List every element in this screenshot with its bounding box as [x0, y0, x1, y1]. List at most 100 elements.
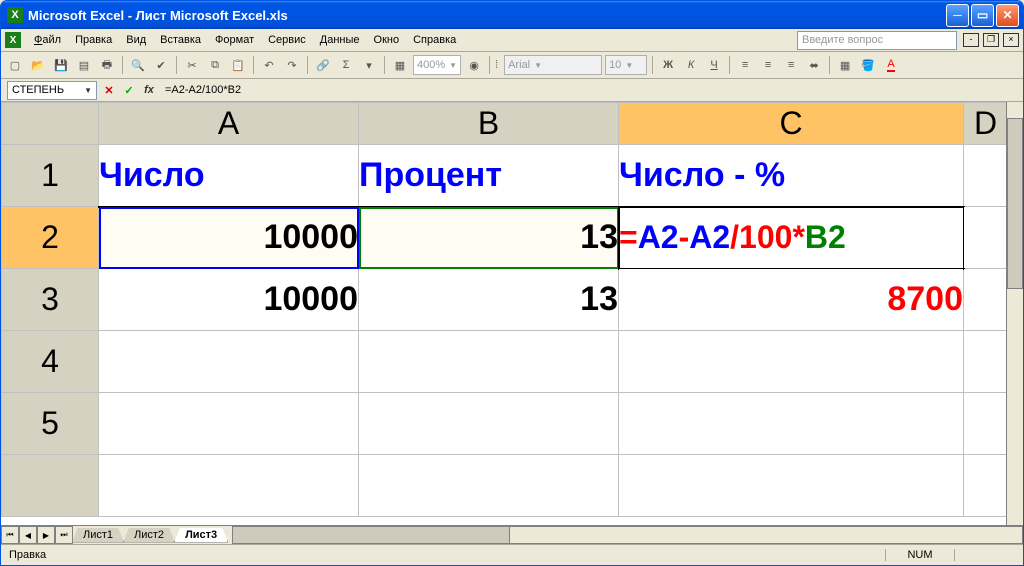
sort-icon[interactable]: ▾ [359, 55, 379, 75]
separator [729, 56, 730, 74]
spreadsheet-grid: A B C D 1 Число Процент Число - % 2 1000… [1, 102, 1023, 544]
row-header-1[interactable]: 1 [2, 145, 99, 207]
select-all-corner[interactable] [2, 103, 99, 145]
close-button[interactable]: ✕ [996, 4, 1019, 27]
mdi-close[interactable]: × [1003, 33, 1019, 47]
cell-c5[interactable] [619, 393, 964, 455]
maximize-button[interactable]: ▭ [971, 4, 994, 27]
vertical-scrollbar[interactable] [1006, 102, 1023, 525]
font-color-icon[interactable]: A [881, 55, 901, 75]
cell-b2[interactable]: 13 [359, 207, 619, 269]
menu-window[interactable]: Окно [367, 32, 407, 48]
cell-a3[interactable]: 10000 [99, 269, 359, 331]
fill-color-icon[interactable]: 🪣 [858, 55, 878, 75]
open-icon[interactable]: 📂 [28, 55, 48, 75]
fx-icon[interactable]: fx [141, 82, 157, 98]
paste-icon[interactable]: 📋 [228, 55, 248, 75]
ask-question-box[interactable]: Введите вопрос [797, 31, 957, 50]
borders-icon[interactable]: ▦ [835, 55, 855, 75]
tab-nav-last[interactable]: ⏭ [55, 526, 73, 544]
print-icon[interactable]: 🖶 [97, 55, 117, 75]
separator [307, 56, 308, 74]
cell-c3[interactable]: 8700 [619, 269, 964, 331]
statusbar: Правка NUM [1, 544, 1023, 565]
redo-icon[interactable]: ↷ [282, 55, 302, 75]
name-box[interactable]: СТЕПЕНЬ▼ [7, 81, 97, 100]
cell-c4[interactable] [619, 331, 964, 393]
zoom-dropdown[interactable]: 400%▼ [413, 55, 461, 75]
save-icon[interactable]: 💾 [51, 55, 71, 75]
new-icon[interactable]: ▢ [5, 55, 25, 75]
col-header-b[interactable]: B [359, 103, 619, 145]
cell-c2-active[interactable]: =A2-A2/100*B2 [619, 207, 964, 269]
autosum-icon[interactable]: Σ [336, 55, 356, 75]
cell-b3[interactable]: 13 [359, 269, 619, 331]
align-right-icon[interactable]: ≡ [781, 55, 801, 75]
menu-view[interactable]: Вид [119, 32, 153, 48]
spelling-icon[interactable]: ✔ [151, 55, 171, 75]
menu-insert[interactable]: Вставка [153, 32, 208, 48]
row-header-6[interactable] [2, 455, 99, 517]
cell-a4[interactable] [99, 331, 359, 393]
tab-nav-first[interactable]: ⏮ [1, 526, 19, 544]
separator [652, 56, 653, 74]
excel-icon [7, 7, 23, 23]
menu-format[interactable]: Формат [208, 32, 261, 48]
sheet-tab-3[interactable]: Лист3 [174, 528, 228, 543]
tab-nav-prev[interactable]: ◀ [19, 526, 37, 544]
help-icon[interactable]: ◉ [464, 55, 484, 75]
col-header-a[interactable]: A [99, 103, 359, 145]
status-mode: Правка [9, 549, 885, 561]
formula-input[interactable] [161, 82, 1017, 99]
cell-b1[interactable]: Процент [359, 145, 619, 207]
separator [176, 56, 177, 74]
preview-icon[interactable]: 🔍 [128, 55, 148, 75]
menu-help[interactable]: Справка [406, 32, 463, 48]
underline-icon[interactable]: Ч [704, 55, 724, 75]
separator [829, 56, 830, 74]
bold-icon[interactable]: Ж [658, 55, 678, 75]
cancel-icon[interactable]: ✕ [101, 82, 117, 98]
menubar: Файл Правка Вид Вставка Формат Сервис Да… [1, 29, 1023, 52]
menu-edit[interactable]: Правка [68, 32, 119, 48]
permission-icon[interactable]: ▤ [74, 55, 94, 75]
row-header-5[interactable]: 5 [2, 393, 99, 455]
menu-data[interactable]: Данные [313, 32, 367, 48]
align-left-icon[interactable]: ≡ [735, 55, 755, 75]
cell-b5[interactable] [359, 393, 619, 455]
mdi-minimize[interactable]: - [963, 33, 979, 47]
cell-a2[interactable]: 10000 [99, 207, 359, 269]
minimize-button[interactable]: ─ [946, 4, 969, 27]
sheet-tab-2[interactable]: Лист2 [123, 528, 175, 543]
font-dropdown[interactable]: Arial▼ [504, 55, 602, 75]
cell-a1[interactable]: Число [99, 145, 359, 207]
horizontal-scrollbar[interactable] [232, 526, 1023, 544]
row-header-2[interactable]: 2 [2, 207, 99, 269]
italic-icon[interactable]: К [681, 55, 701, 75]
cell-a5[interactable] [99, 393, 359, 455]
align-center-icon[interactable]: ≡ [758, 55, 778, 75]
hyperlink-icon[interactable]: 🔗 [313, 55, 333, 75]
enter-icon[interactable]: ✓ [121, 82, 137, 98]
col-header-c[interactable]: C [619, 103, 964, 145]
cell-c1[interactable]: Число - % [619, 145, 964, 207]
sheet-tab-1[interactable]: Лист1 [72, 528, 124, 543]
menu-file[interactable]: Файл [27, 32, 68, 48]
chart-icon[interactable]: ▦ [390, 55, 410, 75]
font-size-dropdown[interactable]: 10▼ [605, 55, 647, 75]
merge-icon[interactable]: ⬌ [804, 55, 824, 75]
row-header-3[interactable]: 3 [2, 269, 99, 331]
copy-icon[interactable]: ⧉ [205, 55, 225, 75]
excel-doc-icon[interactable] [5, 32, 21, 48]
sheet-tab-bar: ⏮ ◀ ▶ ⏭ Лист1 Лист2 Лист3 [1, 525, 1023, 544]
status-num: NUM [885, 549, 955, 561]
undo-icon[interactable]: ↶ [259, 55, 279, 75]
cell-b4[interactable] [359, 331, 619, 393]
tab-nav-next[interactable]: ▶ [37, 526, 55, 544]
cut-icon[interactable]: ✂ [182, 55, 202, 75]
grid-table: A B C D 1 Число Процент Число - % 2 1000… [1, 102, 1023, 517]
mdi-restore[interactable]: ❐ [983, 33, 999, 47]
separator [253, 56, 254, 74]
row-header-4[interactable]: 4 [2, 331, 99, 393]
menu-tools[interactable]: Сервис [261, 32, 313, 48]
